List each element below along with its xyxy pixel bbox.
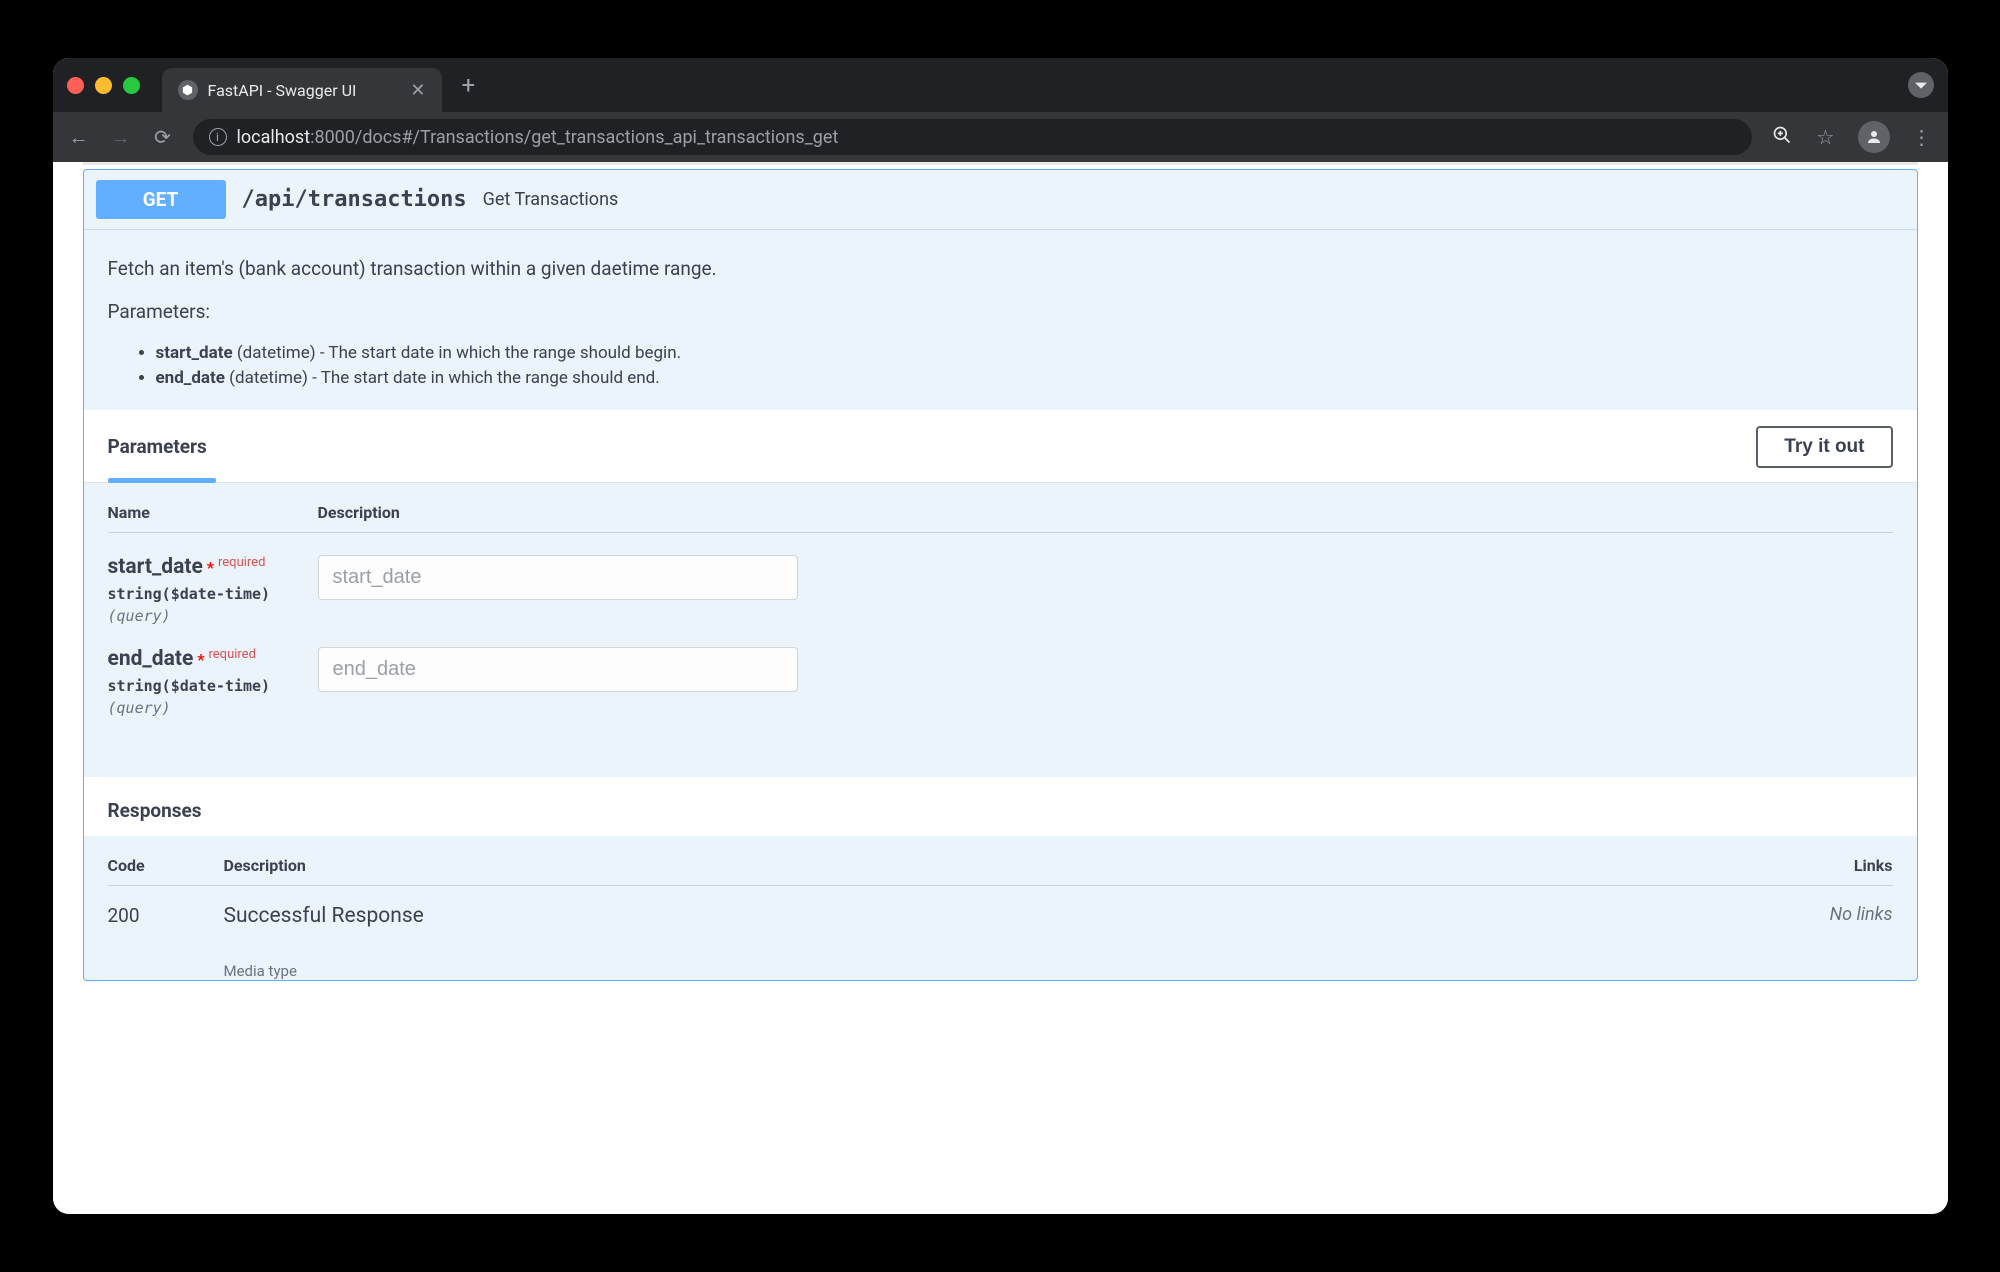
start-date-input[interactable] xyxy=(318,555,798,600)
close-window-button[interactable] xyxy=(67,77,84,94)
toolbar-right: ☆ ⋮ xyxy=(1770,121,1934,153)
forward-button[interactable]: → xyxy=(109,125,133,150)
address-bar: ← → ⟳ i localhost:8000/docs#/Transaction… xyxy=(53,112,1948,162)
end-date-input[interactable] xyxy=(318,647,798,692)
parameters-body: Name Description start_date * required s… xyxy=(84,483,1917,777)
response-code: 200 xyxy=(108,904,224,980)
parameter-input-cell xyxy=(318,555,1893,600)
method-badge: GET xyxy=(96,180,226,219)
responses-table-head: Code Description Links xyxy=(108,856,1893,886)
browser-tab[interactable]: ⬢ FastAPI - Swagger UI ✕ xyxy=(162,68,442,112)
reload-button[interactable]: ⟳ xyxy=(151,125,175,149)
try-it-out-button[interactable]: Try it out xyxy=(1756,426,1892,468)
endpoint-path: /api/transactions xyxy=(242,187,467,212)
parameter-input-cell xyxy=(318,647,1893,692)
col-header-description: Description xyxy=(224,856,1803,875)
tab-bar: ⬢ FastAPI - Swagger UI ✕ + xyxy=(53,58,1948,112)
doc-param-name: end_date xyxy=(156,368,225,388)
parameter-location: (query) xyxy=(108,607,318,625)
responses-body: Code Description Links 200 Successful Re… xyxy=(84,836,1917,980)
minimize-window-button[interactable] xyxy=(95,77,112,94)
url-host: localhost xyxy=(237,127,311,148)
endpoint-description: Fetch an item's (bank account) transacti… xyxy=(84,230,1917,410)
col-header-links: Links xyxy=(1803,856,1893,875)
back-button[interactable]: ← xyxy=(67,125,91,150)
page-content: GET /api/transactions Get Transactions F… xyxy=(53,162,1948,1214)
kebab-menu-icon[interactable]: ⋮ xyxy=(1910,125,1934,149)
tabs-menu-icon[interactable] xyxy=(1908,72,1934,98)
col-header-name: Name xyxy=(108,503,318,522)
required-star-icon: * xyxy=(197,650,204,669)
maximize-window-button[interactable] xyxy=(123,77,140,94)
response-description-text: Successful Response xyxy=(224,904,1803,928)
parameter-name-block: end_date * required string($date-time) (… xyxy=(108,647,318,717)
close-tab-icon[interactable]: ✕ xyxy=(410,80,425,101)
parameter-row: end_date * required string($date-time) (… xyxy=(108,625,1893,717)
url-input[interactable]: i localhost:8000/docs#/Transactions/get_… xyxy=(193,119,1752,155)
response-description: Successful Response Media type xyxy=(224,904,1803,980)
favicon-icon: ⬢ xyxy=(178,80,198,100)
parameter-type: string($date-time) xyxy=(108,585,318,603)
parameter-type: string($date-time) xyxy=(108,677,318,695)
responses-title: Responses xyxy=(108,799,1893,822)
zoom-icon[interactable] xyxy=(1770,125,1794,150)
parameter-name: end_date xyxy=(108,647,194,671)
operation-block: GET /api/transactions Get Transactions F… xyxy=(83,169,1918,981)
list-item: start_date (datetime) - The start date i… xyxy=(156,341,1893,367)
description-intro: Fetch an item's (bank account) transacti… xyxy=(108,254,1893,283)
tab-title: FastAPI - Swagger UI xyxy=(208,81,357,100)
bookmark-icon[interactable]: ☆ xyxy=(1814,125,1838,149)
active-tab-indicator xyxy=(108,478,216,483)
required-star-icon: * xyxy=(207,558,214,577)
response-row: 200 Successful Response Media type No li… xyxy=(108,886,1893,980)
parameters-table-head: Name Description xyxy=(108,503,1893,533)
profile-button[interactable] xyxy=(1858,121,1890,153)
description-params-label: Parameters: xyxy=(108,297,1893,326)
divider xyxy=(83,162,1918,165)
description-param-list: start_date (datetime) - The start date i… xyxy=(108,341,1893,392)
parameters-header: Parameters Try it out xyxy=(84,410,1917,483)
browser-window: ⬢ FastAPI - Swagger UI ✕ + ← → ⟳ i local… xyxy=(53,58,1948,1214)
col-header-code: Code xyxy=(108,856,224,875)
url-path: :8000/docs#/Transactions/get_transaction… xyxy=(310,127,838,148)
parameters-title: Parameters xyxy=(108,435,207,458)
site-info-icon[interactable]: i xyxy=(209,128,227,146)
doc-param-text: (datetime) - The start date in which the… xyxy=(225,368,660,388)
parameter-row: start_date * required string($date-time)… xyxy=(108,533,1893,625)
operation-summary[interactable]: GET /api/transactions Get Transactions xyxy=(84,170,1917,230)
new-tab-button[interactable]: + xyxy=(454,71,484,99)
required-label: required xyxy=(209,647,256,662)
media-type-label: Media type xyxy=(224,962,1803,980)
parameter-location: (query) xyxy=(108,699,318,717)
response-links: No links xyxy=(1803,904,1893,980)
doc-param-name: start_date xyxy=(156,343,233,363)
responses-header: Responses xyxy=(84,777,1917,836)
parameter-name-block: start_date * required string($date-time)… xyxy=(108,555,318,625)
required-label: required xyxy=(218,555,265,570)
window-controls xyxy=(67,77,140,94)
doc-param-text: (datetime) - The start date in which the… xyxy=(233,343,681,363)
parameter-name: start_date xyxy=(108,555,203,579)
col-header-description: Description xyxy=(318,503,1893,522)
endpoint-summary: Get Transactions xyxy=(483,189,619,210)
list-item: end_date (datetime) - The start date in … xyxy=(156,366,1893,392)
